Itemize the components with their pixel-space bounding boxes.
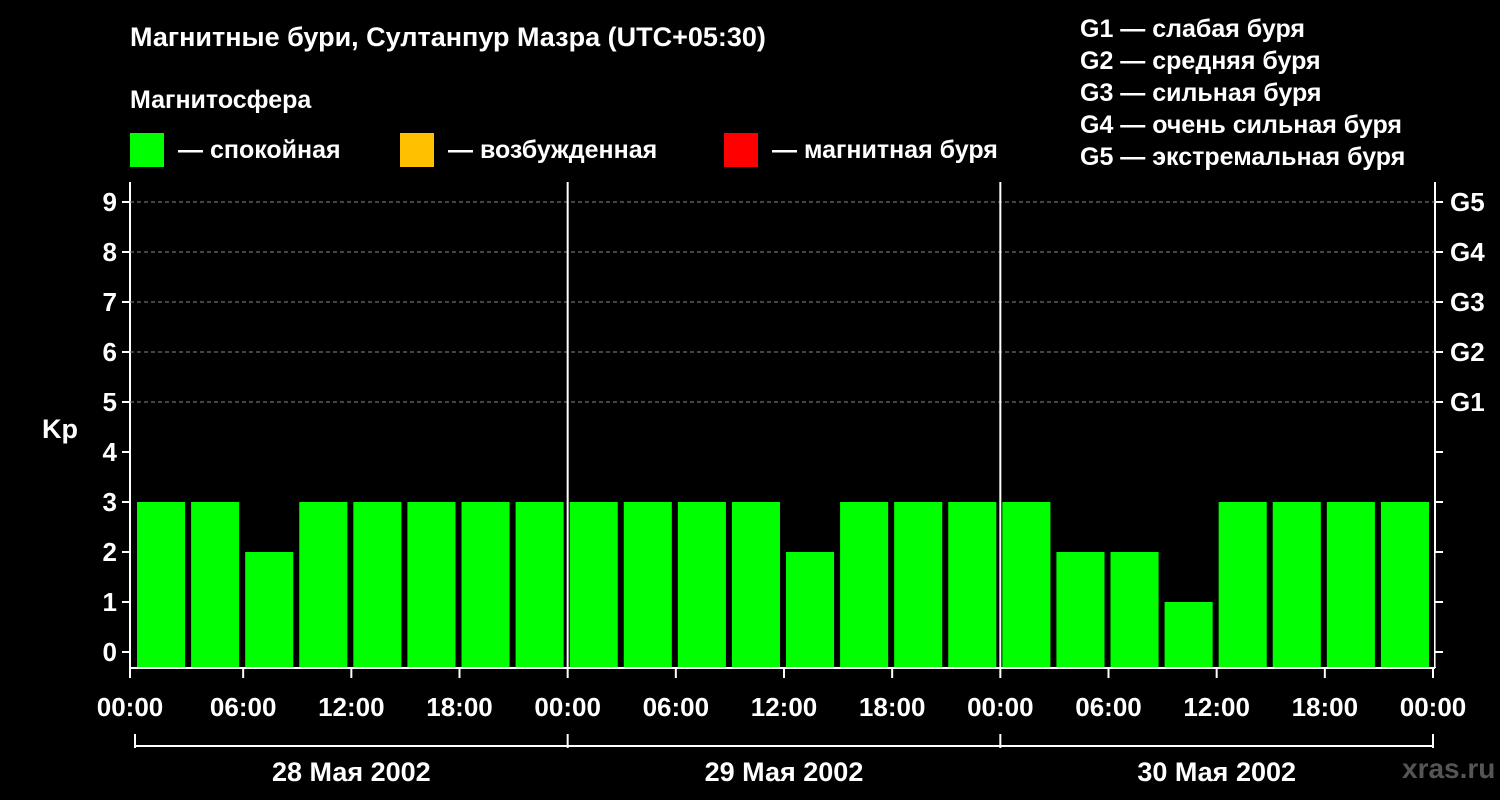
kp-bar-chart: 0 1 2 3 4 5 6 7 8 9 G1 G2 G3 G4 G5 Kp 00:00 06:00 12:00 18:… [42,182,1485,787]
y-tick-label: 2 [103,537,117,567]
x-tick-label: 00:00 [967,692,1034,722]
y-tick-label: 0 [103,637,117,667]
kp-bar [1218,502,1267,667]
x-tick-label: 12:00 [1183,692,1250,722]
day-label: 29 Мая 2002 [705,757,864,787]
x-tick-label: 18:00 [1292,692,1359,722]
kp-bar [894,502,943,667]
x-tick-label: 12:00 [751,692,818,722]
kp-bar [245,552,294,667]
kp-bar [786,552,835,667]
kp-bar [137,502,186,667]
kp-bar [840,502,889,667]
kp-bar [569,502,618,667]
y-tick-label: 9 [103,187,117,217]
kp-bar [731,502,780,667]
kp-bar [623,502,672,667]
g-scale-tick-label: G1 [1450,387,1485,417]
day-label: 30 Мая 2002 [1137,757,1296,787]
g-scale-tick-label: G4 [1450,237,1485,267]
g-scale-tick-label: G3 [1450,287,1485,317]
kp-bar [1002,502,1051,667]
kp-bar [191,502,240,667]
x-tick-label: 06:00 [1075,692,1142,722]
x-tick-label: 00:00 [1400,692,1467,722]
kp-bar [1110,552,1159,667]
y-tick-label: 8 [103,237,117,267]
y-tick-label: 7 [103,287,117,317]
kp-bar [461,502,510,667]
day-label: 28 Мая 2002 [272,757,431,787]
y-tick-label: 4 [103,437,118,467]
y-tick-label: 6 [103,337,117,367]
y-tick-label: 5 [103,387,117,417]
kp-bar [353,502,402,667]
kp-bar [1272,502,1321,667]
kp-bar [1435,552,1436,667]
x-tick-label: 06:00 [210,692,277,722]
kp-bar [407,502,456,667]
y-axis-label: Kp [42,414,78,444]
kp-bar [948,502,997,667]
g-scale-tick-label: G5 [1450,187,1485,217]
kp-bar [1380,502,1429,667]
g-scale-tick-label: G2 [1450,337,1485,367]
x-tick-label: 12:00 [318,692,385,722]
x-tick-label: 00:00 [534,692,601,722]
x-tick-label: 18:00 [859,692,926,722]
kp-bar [677,502,726,667]
x-tick-label: 18:00 [426,692,493,722]
kp-bar [1326,502,1375,667]
kp-bar [299,502,348,667]
kp-bar [1056,552,1105,667]
x-tick-label: 06:00 [643,692,710,722]
y-tick-label: 3 [103,487,117,517]
y-tick-label: 1 [103,587,117,617]
kp-bar [1164,602,1213,667]
kp-bar [515,502,564,667]
x-tick-label: 00:00 [97,692,164,722]
